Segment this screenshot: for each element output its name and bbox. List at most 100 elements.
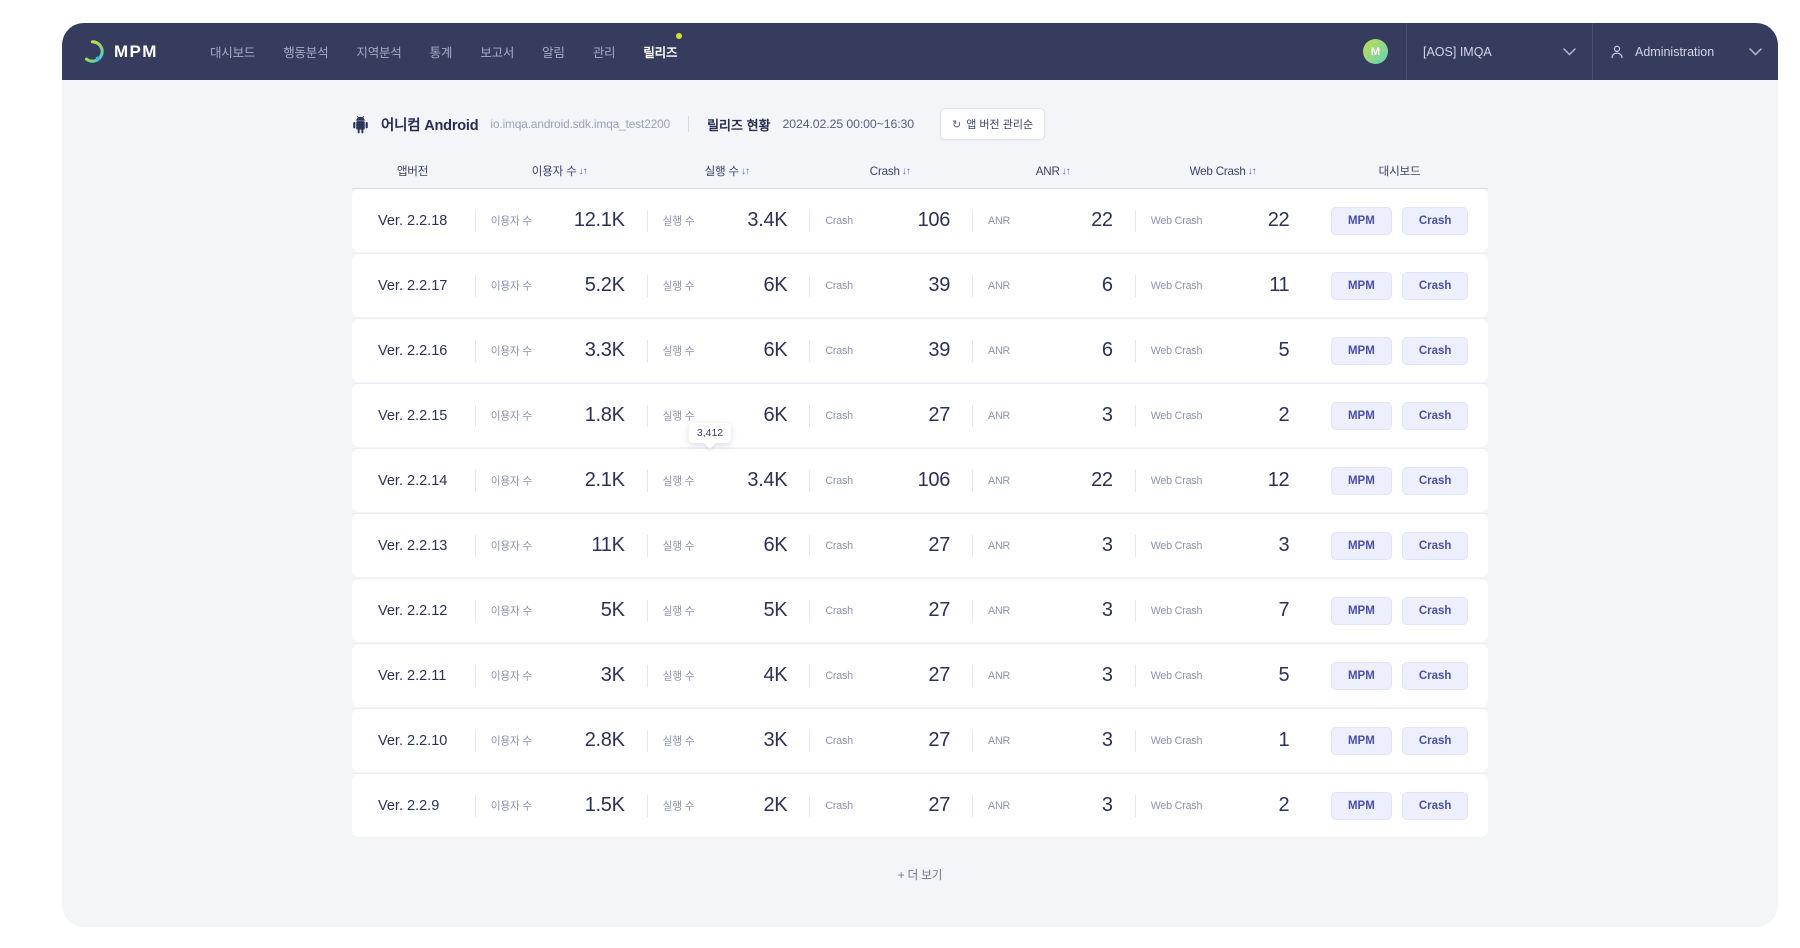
nav-item-alerts[interactable]: 알림 bbox=[528, 36, 579, 67]
chevron-down-icon bbox=[1563, 43, 1576, 61]
metric-label-webcrash: Web Crash bbox=[1150, 474, 1203, 487]
metric-label-anr: ANR bbox=[988, 474, 1011, 487]
column-label: 실행 수 bbox=[704, 165, 740, 178]
table-row[interactable]: Ver. 2.2.18 이용자 수 12.1K 실행 수 3.4K Crash 106 ANR… bbox=[352, 189, 1488, 254]
crash-dashboard-button[interactable]: Crash bbox=[1401, 791, 1469, 820]
cell-dashboard-actions: MPM Crash bbox=[1311, 254, 1488, 317]
mpm-dashboard-button[interactable]: MPM bbox=[1330, 401, 1392, 430]
brand-logo[interactable]: MPM bbox=[62, 23, 180, 80]
project-selector[interactable]: [AOS] IMQA bbox=[1406, 23, 1592, 80]
metric-label-users: 이용자 수 bbox=[490, 800, 533, 812]
cell-anr: ANR 22 bbox=[972, 449, 1135, 512]
table-row[interactable]: Ver. 2.2.11 이용자 수 3K 실행 수 4K Crash 27 ANR 3 Web C… bbox=[352, 644, 1488, 709]
metric-value-users: 2.1K bbox=[584, 469, 625, 491]
mpm-dashboard-button[interactable]: MPM bbox=[1330, 206, 1392, 235]
metric-label-anr: ANR bbox=[988, 734, 1011, 747]
table-row[interactable]: Ver. 2.2.12 이용자 수 5K 실행 수 5K Crash 27 ANR 3 Web C… bbox=[352, 579, 1488, 644]
mpm-dashboard-button[interactable]: MPM bbox=[1330, 271, 1392, 300]
nav-item-management[interactable]: 관리 bbox=[579, 36, 630, 67]
crash-dashboard-button[interactable]: Crash bbox=[1401, 401, 1469, 430]
cell-crash: Crash 27 bbox=[809, 644, 972, 707]
mpm-dashboard-button[interactable]: MPM bbox=[1330, 661, 1392, 690]
cell-divider bbox=[1134, 274, 1136, 297]
crash-dashboard-button[interactable]: Crash bbox=[1401, 271, 1469, 300]
cell-divider bbox=[972, 274, 974, 297]
nav-item-report[interactable]: 보고서 bbox=[466, 36, 528, 67]
cell-version: Ver. 2.2.9 bbox=[378, 797, 440, 814]
table-row[interactable]: Ver. 2.2.17 이용자 수 5.2K 실행 수 6K Crash 39 ANR 6 Web… bbox=[352, 254, 1488, 319]
column-header-anr[interactable]: ANR ↓↑ bbox=[971, 163, 1134, 179]
crash-dashboard-button[interactable]: Crash bbox=[1401, 661, 1469, 690]
metric-value-runs: 6K bbox=[763, 404, 788, 426]
cell-webcrash: Web Crash 5 bbox=[1134, 319, 1312, 382]
sort-by-version-button[interactable]: ↻ 앱 버전 관리순 bbox=[940, 108, 1046, 140]
metric-label-crash: Crash bbox=[825, 409, 853, 422]
metric-label-runs: 실행 수 bbox=[662, 475, 695, 487]
table-body: Ver. 2.2.18 이용자 수 12.1K 실행 수 3.4K Crash 106 ANR… bbox=[352, 189, 1488, 837]
mpm-dashboard-button[interactable]: MPM bbox=[1330, 726, 1392, 755]
metric-value-webcrash: 5 bbox=[1278, 339, 1290, 361]
table-row[interactable]: Ver. 2.2.13 이용자 수 11K 실행 수 6K Crash 27 ANR 3 Web … bbox=[352, 514, 1488, 579]
metric-label-users: 이용자 수 bbox=[490, 605, 533, 617]
cell-divider bbox=[972, 534, 974, 557]
nav-item-behavior-analysis[interactable]: 행동분석 bbox=[269, 36, 342, 67]
crash-dashboard-button[interactable]: Crash bbox=[1401, 531, 1469, 560]
brand-name: MPM bbox=[114, 41, 158, 61]
crash-dashboard-button[interactable]: Crash bbox=[1401, 596, 1469, 625]
metric-value-crash: 27 bbox=[928, 664, 951, 686]
column-header-users[interactable]: 이용자 수 ↓↑ bbox=[473, 163, 645, 179]
crash-dashboard-button[interactable]: Crash bbox=[1401, 726, 1469, 755]
mpm-dashboard-button[interactable]: MPM bbox=[1330, 336, 1392, 365]
mpm-dashboard-button[interactable]: MPM bbox=[1330, 596, 1392, 625]
cell-divider bbox=[646, 599, 648, 622]
table-row[interactable]: Ver. 2.2.16 이용자 수 3.3K 실행 수 6K Crash 39 ANR 6 Web… bbox=[352, 319, 1488, 384]
cell-anr: ANR 3 bbox=[972, 514, 1135, 577]
cell-version: Ver. 2.2.14 bbox=[378, 472, 448, 489]
nav-item-statistics[interactable]: 통계 bbox=[416, 36, 467, 67]
cell-crash: Crash 39 bbox=[809, 254, 972, 317]
column-header-crash[interactable]: Crash ↓↑ bbox=[808, 163, 971, 179]
metric-label-webcrash: Web Crash bbox=[1150, 344, 1203, 357]
column-header-webcrash[interactable]: Web Crash ↓↑ bbox=[1134, 163, 1311, 179]
nav-label: 지역분석 bbox=[356, 46, 402, 60]
column-label: 대시보드 bbox=[1378, 165, 1421, 178]
metric-label-runs: 실행 수 bbox=[662, 540, 695, 552]
crash-dashboard-button[interactable]: Crash bbox=[1401, 336, 1469, 365]
nav-item-region-analysis[interactable]: 지역분석 bbox=[342, 36, 415, 67]
nav-label: 릴리즈 bbox=[643, 46, 678, 60]
nav-item-release[interactable]: 릴리즈 bbox=[629, 33, 691, 67]
metric-value-webcrash: 11 bbox=[1269, 274, 1290, 296]
table-row[interactable]: Ver. 2.2.9 이용자 수 1.5K 실행 수 2K Crash 27 ANR 3 Web … bbox=[352, 774, 1488, 837]
table-row[interactable]: Ver. 2.2.15 이용자 수 1.8K 실행 수 6K Crash 27 ANR 3 Web… bbox=[352, 384, 1488, 449]
crash-dashboard-button[interactable]: Crash bbox=[1401, 466, 1469, 495]
cell-dashboard-actions: MPM Crash bbox=[1311, 644, 1488, 707]
mpm-dashboard-button[interactable]: MPM bbox=[1330, 466, 1392, 495]
column-header-runs[interactable]: 실행 수 ↓↑ bbox=[645, 163, 808, 179]
metric-value-users: 3K bbox=[600, 664, 625, 686]
cell-users: 이용자 수 11K bbox=[474, 514, 647, 577]
cell-divider bbox=[646, 274, 648, 297]
avatar-wrapper[interactable]: M bbox=[1345, 23, 1406, 80]
mpm-dashboard-button[interactable]: MPM bbox=[1330, 531, 1392, 560]
column-label: 앱버전 bbox=[396, 165, 429, 178]
metric-value-runs: 4K bbox=[763, 664, 788, 686]
metric-label-crash: Crash bbox=[825, 344, 853, 357]
cell-users: 이용자 수 2.8K bbox=[474, 709, 647, 772]
load-more-button[interactable]: + 더 보기 bbox=[352, 838, 1488, 893]
nav-item-dashboard[interactable]: 대시보드 bbox=[196, 36, 269, 67]
metric-value-webcrash: 7 bbox=[1278, 599, 1290, 621]
nav-label: 관리 bbox=[592, 46, 616, 60]
mpm-dashboard-button[interactable]: MPM bbox=[1330, 791, 1392, 820]
cell-anr: ANR 3 bbox=[972, 644, 1135, 707]
metric-value-anr: 22 bbox=[1091, 209, 1113, 231]
table-row[interactable]: Ver. 2.2.10 이용자 수 2.8K 실행 수 3K Crash 27 ANR 3 Web… bbox=[352, 709, 1488, 774]
metric-value-anr: 3 bbox=[1101, 664, 1113, 686]
metric-value-webcrash: 3 bbox=[1278, 534, 1290, 556]
metric-value-users: 2.8K bbox=[584, 729, 625, 751]
cell-webcrash: Web Crash 3 bbox=[1134, 514, 1312, 577]
crash-dashboard-button[interactable]: Crash bbox=[1401, 206, 1469, 235]
table-row[interactable]: Ver. 2.2.14 이용자 수 2.1K 실행 수 3.4K 3,412 Crash 10… bbox=[352, 423, 1488, 514]
account-selector[interactable]: Administration bbox=[1592, 23, 1778, 80]
column-label: ANR bbox=[1035, 164, 1060, 178]
metric-label-webcrash: Web Crash bbox=[1150, 734, 1203, 747]
